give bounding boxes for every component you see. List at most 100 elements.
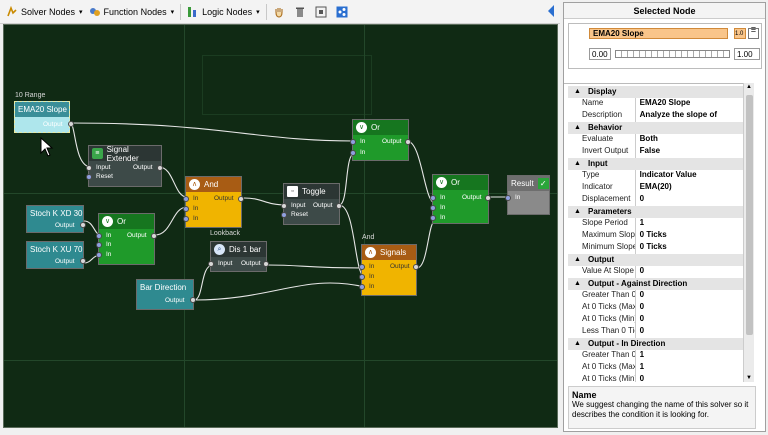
- share-button[interactable]: [333, 2, 354, 22]
- output-port[interactable]: [405, 139, 411, 145]
- input-port[interactable]: [183, 206, 189, 212]
- toggle-node[interactable]: ▫ Toggle Input Reset Output: [281, 183, 342, 225]
- property-value[interactable]: 0 Ticks: [636, 230, 743, 242]
- property-row[interactable]: Maximum Slope 0 Ticks: [568, 230, 743, 242]
- output-port[interactable]: [336, 203, 342, 209]
- collapse-triangle-icon[interactable]: ▲: [574, 158, 581, 170]
- property-row[interactable]: Evaluate Both: [568, 134, 743, 146]
- input-port[interactable]: [281, 203, 287, 209]
- input-port[interactable]: [359, 264, 365, 270]
- scroll-up-icon[interactable]: ▲: [746, 84, 752, 90]
- node-canvas[interactable]: 10 Range EMA20 Slope Output ≡ Signal Exte…: [3, 24, 558, 428]
- solver-nodes-menu[interactable]: Solver Nodes ▾: [3, 2, 86, 22]
- output-port[interactable]: [238, 196, 244, 202]
- output-port[interactable]: [157, 165, 163, 171]
- property-row[interactable]: At 0 Ticks (Max) 0: [568, 302, 743, 314]
- property-category[interactable]: ▲ Behavior: [568, 122, 743, 134]
- input-port[interactable]: [183, 216, 189, 222]
- property-value[interactable]: 0: [636, 266, 743, 278]
- and-node[interactable]: ∧ And In In In Output: [183, 176, 244, 228]
- property-scrollbar[interactable]: ▲ ▼: [743, 83, 754, 382]
- menu-icon[interactable]: ☰: [748, 28, 759, 39]
- property-category[interactable]: ▲ Output: [568, 254, 743, 266]
- slider-min-field[interactable]: 0.00: [589, 48, 611, 60]
- property-row[interactable]: Description Analyze the slope of: [568, 110, 743, 122]
- property-row[interactable]: Name EMA20 Slope: [568, 98, 743, 110]
- output-port[interactable]: [151, 233, 157, 239]
- property-value[interactable]: 0: [636, 290, 743, 302]
- signals-node[interactable]: ∧ Signals In In In Output: [359, 244, 419, 296]
- property-value[interactable]: 1: [636, 362, 743, 374]
- signal-extender-node[interactable]: ≡ Signal Extender Input Reset Output: [86, 145, 163, 187]
- input-port[interactable]: [359, 284, 365, 290]
- input-port[interactable]: [208, 261, 214, 267]
- property-value[interactable]: 0: [636, 194, 743, 206]
- input-port[interactable]: [96, 242, 102, 248]
- property-category[interactable]: ▲ Display: [568, 86, 743, 98]
- output-port[interactable]: [68, 121, 74, 127]
- collapse-triangle-icon[interactable]: ▲: [574, 86, 581, 98]
- input-port[interactable]: [183, 196, 189, 202]
- property-row[interactable]: Type Indicator Value: [568, 170, 743, 182]
- dis-1-bar-node[interactable]: ⌕ Dis 1 bar Input Output: [208, 241, 269, 272]
- property-value[interactable]: 0: [636, 374, 743, 382]
- output-port[interactable]: [485, 195, 491, 201]
- property-category[interactable]: ▲ Input: [568, 158, 743, 170]
- ema20-slope-node[interactable]: EMA20 Slope Output: [14, 101, 74, 133]
- property-row[interactable]: Indicator EMA(20): [568, 182, 743, 194]
- node-name-field[interactable]: EMA20 Slope: [589, 28, 728, 39]
- scroll-down-icon[interactable]: ▼: [746, 375, 752, 381]
- or-node-left[interactable]: ∨ Or In In In Output: [96, 213, 157, 265]
- output-port[interactable]: [190, 297, 196, 303]
- input-port[interactable]: [86, 165, 92, 171]
- input-port[interactable]: [96, 252, 102, 258]
- collapse-triangle-icon[interactable]: ▲: [574, 278, 581, 290]
- property-row[interactable]: Displacement 0: [568, 194, 743, 206]
- reset-port[interactable]: [86, 174, 92, 180]
- property-value[interactable]: 0: [636, 302, 743, 314]
- property-row[interactable]: At 0 Ticks (Max) 1: [568, 362, 743, 374]
- or-node-top[interactable]: ∨ Or In In Output: [350, 119, 411, 161]
- output-port[interactable]: [80, 258, 86, 264]
- property-value[interactable]: 0: [636, 326, 743, 338]
- property-value[interactable]: 0: [636, 314, 743, 326]
- property-value[interactable]: False: [636, 146, 743, 158]
- property-value[interactable]: EMA(20): [636, 182, 743, 194]
- property-value[interactable]: 1: [636, 350, 743, 362]
- slider-track[interactable]: [615, 50, 730, 58]
- property-value[interactable]: Indicator Value: [636, 170, 743, 182]
- reset-port[interactable]: [281, 212, 287, 218]
- input-port[interactable]: [350, 150, 356, 156]
- or-node-right[interactable]: ∨ Or In In In Output: [430, 174, 491, 224]
- collapse-triangle-icon[interactable]: ▲: [574, 254, 581, 266]
- property-value[interactable]: Analyze the slope of: [636, 110, 743, 122]
- input-port[interactable]: [350, 139, 356, 145]
- property-value[interactable]: EMA20 Slope: [636, 98, 743, 110]
- output-port[interactable]: [80, 222, 86, 228]
- property-row[interactable]: Greater Than 0 Ticks0: [568, 290, 743, 302]
- input-port[interactable]: [359, 274, 365, 280]
- property-row[interactable]: At 0 Ticks (Min) 0: [568, 374, 743, 382]
- property-grid[interactable]: ▲ Display Name EMA20 Slope Description Analyz…: [564, 83, 754, 382]
- property-row[interactable]: Value At Slope Zero0: [568, 266, 743, 278]
- property-value[interactable]: Both: [636, 134, 743, 146]
- delete-button[interactable]: [291, 2, 312, 22]
- stoch-xd30-node[interactable]: Stoch K XD 30 Output: [26, 205, 86, 233]
- result-node[interactable]: Result ✓ In: [505, 175, 550, 215]
- bar-direction-node[interactable]: Bar Direction Output: [136, 279, 196, 310]
- property-row[interactable]: Invert Output False: [568, 146, 743, 158]
- property-category[interactable]: ▲ Parameters: [568, 206, 743, 218]
- mini-value-field[interactable]: 1.0: [734, 28, 746, 39]
- input-port[interactable]: [505, 195, 511, 201]
- output-port[interactable]: [263, 261, 269, 267]
- input-port[interactable]: [430, 195, 436, 201]
- pan-tool-button[interactable]: [270, 2, 291, 22]
- property-row[interactable]: Minimum Slope 0 Ticks: [568, 242, 743, 254]
- property-row[interactable]: Greater Than 0 Ticks1: [568, 350, 743, 362]
- property-value[interactable]: 1: [636, 218, 743, 230]
- scrollbar-thumb[interactable]: [746, 95, 753, 335]
- input-port[interactable]: [96, 233, 102, 239]
- collapse-triangle-icon[interactable]: ▲: [574, 122, 581, 134]
- slider-max-field[interactable]: 1.00: [734, 48, 760, 60]
- collapse-triangle-icon[interactable]: ▲: [574, 206, 581, 218]
